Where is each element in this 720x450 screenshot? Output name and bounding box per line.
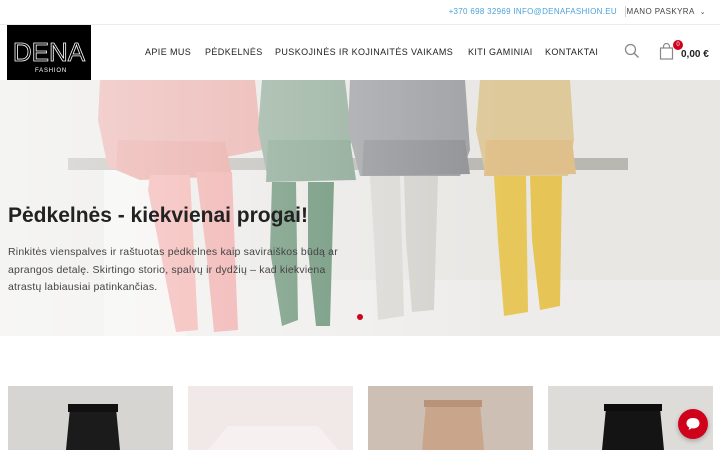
nav-item-puskojines[interactable]: PUSKOJINĖS IR KOJINAITĖS bbox=[275, 47, 408, 57]
product-card[interactable] bbox=[188, 386, 353, 450]
phone-link[interactable]: +370 698 32969 bbox=[449, 7, 511, 16]
account-label: MANO PASKYRA bbox=[626, 7, 695, 16]
nav-item-vaikams[interactable]: VAIKAMS bbox=[411, 47, 453, 57]
product-card[interactable] bbox=[8, 386, 173, 450]
logo[interactable]: DENA FASHION bbox=[7, 25, 91, 80]
chat-bubble-icon bbox=[686, 418, 700, 430]
search-icon[interactable] bbox=[624, 43, 640, 59]
hero-title: Pėdkelnės - kiekvienai progai! bbox=[8, 204, 308, 227]
account-menu[interactable]: MANO PASKYRA ⌄ bbox=[627, 7, 707, 16]
hero-description: Rinkitės vienspalves ir raštuotas pėdkel… bbox=[8, 246, 338, 293]
top-bar: +370 698 32969 INFO@DENAFASHION.EU MANO … bbox=[0, 0, 720, 25]
contact-info: +370 698 32969 INFO@DENAFASHION.EU bbox=[449, 7, 617, 16]
hero-slider: Pėdkelnės - kiekvienai progai! Rinkitės … bbox=[0, 80, 720, 336]
cart-total[interactable]: 0,00 € bbox=[681, 49, 709, 60]
site-header: DENA FASHION APIE MUS PĖDKELNĖS PUSKOJIN… bbox=[0, 25, 720, 80]
nav-item-pedkelnes[interactable]: PĖDKELNĖS bbox=[205, 47, 263, 57]
email-link[interactable]: INFO@DENAFASHION.EU bbox=[513, 7, 617, 16]
nav-item-kiti-gaminiai[interactable]: KITI GAMINIAI bbox=[468, 47, 533, 57]
product-card[interactable] bbox=[368, 386, 533, 450]
product-grid bbox=[0, 386, 720, 450]
chat-button[interactable] bbox=[678, 409, 708, 439]
chevron-down-icon: ⌄ bbox=[699, 9, 706, 16]
logo-brand: DENA bbox=[13, 37, 86, 67]
nav-item-apie-mus[interactable]: APIE MUS bbox=[145, 47, 191, 57]
nav-item-kontaktai[interactable]: KONTAKTAI bbox=[545, 47, 598, 57]
slider-dot-active[interactable] bbox=[357, 314, 363, 320]
logo-tagline: FASHION bbox=[35, 68, 67, 74]
